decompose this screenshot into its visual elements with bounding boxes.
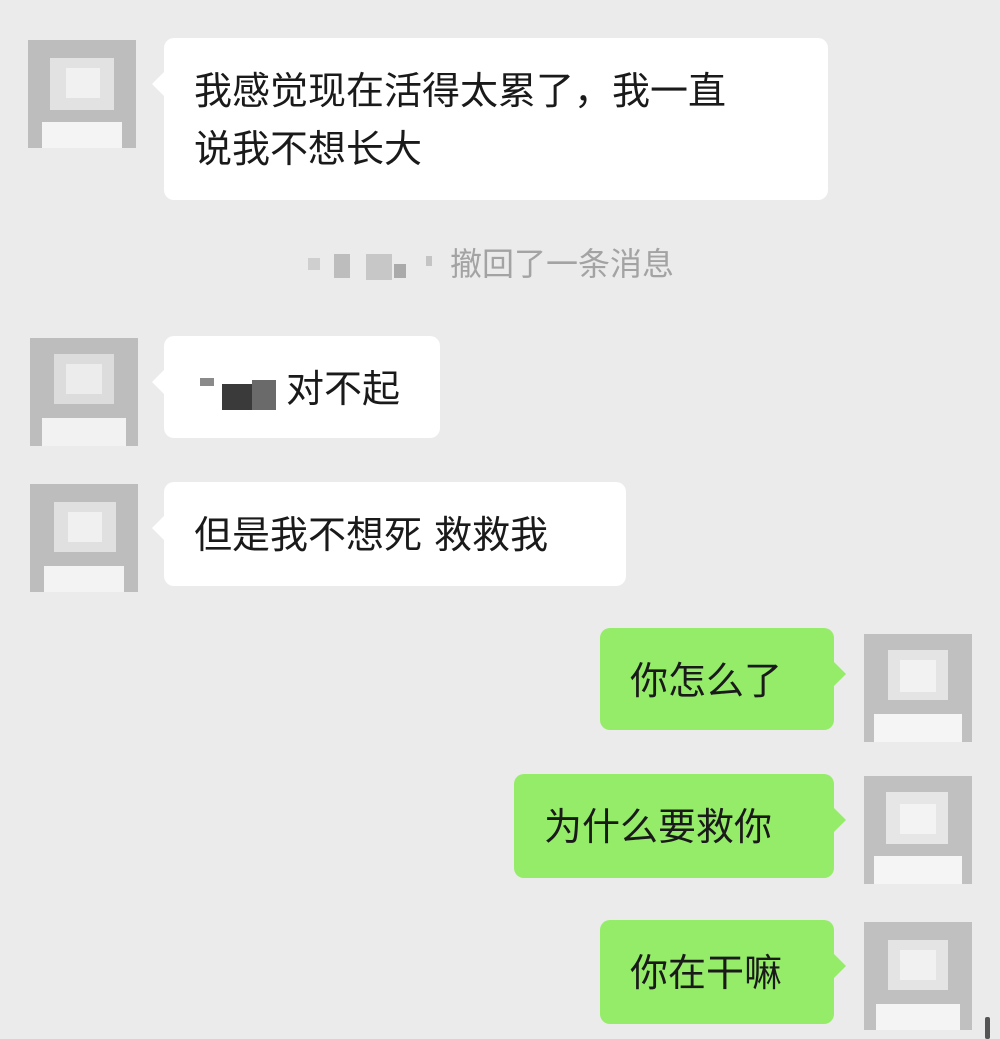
incoming-message-1[interactable]: 我感觉现在活得太累了，我一直 说我不想长大	[152, 38, 828, 200]
outgoing-message-1[interactable]: 你怎么了	[600, 628, 846, 730]
contact-avatar-2[interactable]	[30, 338, 138, 446]
incoming-message-3[interactable]: 但是我不想死 救救我	[152, 482, 626, 586]
recalled-message-text: 撤回了一条消息	[450, 245, 675, 283]
message-text: 为什么要救你	[544, 805, 773, 849]
scrollbar[interactable]	[985, 1017, 990, 1039]
outgoing-message-3[interactable]: 你在干嘛	[600, 920, 846, 1024]
redacted-name-mosaic	[300, 254, 440, 280]
my-avatar-1[interactable]	[864, 634, 972, 742]
outgoing-message-2[interactable]: 为什么要救你	[514, 774, 846, 878]
message-text: 对不起	[286, 367, 401, 411]
incoming-message-2[interactable]: 对不起	[152, 336, 440, 438]
contact-avatar-1[interactable]	[28, 40, 136, 148]
message-text: 你怎么了	[630, 659, 783, 703]
my-avatar-3[interactable]	[864, 922, 972, 1030]
redacted-name-mosaic	[194, 372, 286, 412]
message-text: 你在干嘛	[630, 951, 783, 995]
my-avatar-2[interactable]	[864, 776, 972, 884]
contact-avatar-3[interactable]	[30, 484, 138, 592]
message-line-1: 我感觉现在活得太累了，我一直	[194, 69, 727, 113]
chat-area[interactable]: 我感觉现在活得太累了，我一直 说我不想长大 撤回了一条消息 对不起 但是我不想死…	[0, 0, 1000, 1039]
message-line-2: 说我不想长大	[194, 127, 423, 171]
recalled-message-notice: 撤回了一条消息	[300, 236, 720, 292]
message-text: 但是我不想死 救救我	[194, 513, 549, 557]
